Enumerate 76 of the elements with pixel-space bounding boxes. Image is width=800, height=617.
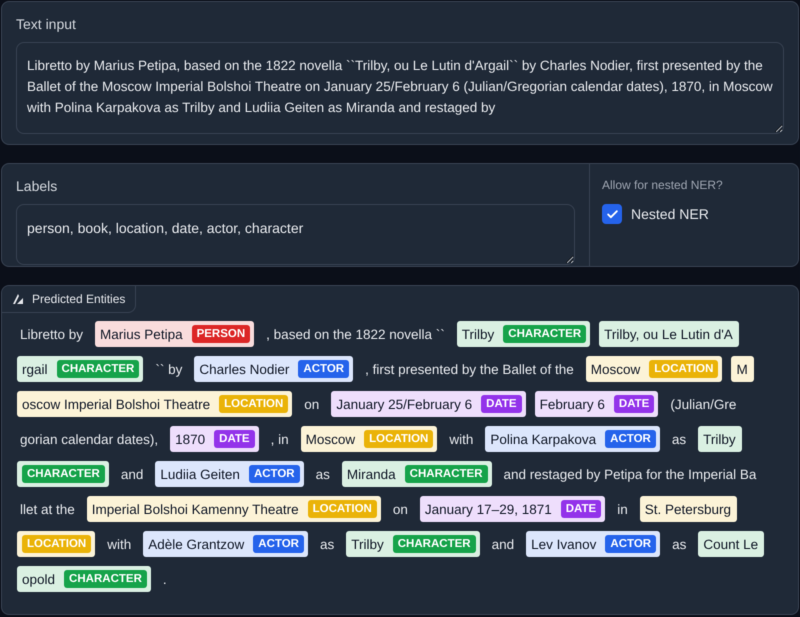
entity-text: Moscow (306, 432, 356, 446)
entity-label: ACTOR (298, 360, 350, 378)
output-text: Libretto by (19, 326, 84, 342)
entity-label: LOCATION (308, 500, 377, 518)
output-text: , in (270, 432, 290, 446)
entity-label: LOCATION (219, 395, 288, 413)
entity-text: Imperial Bolshoi Kamenny Theatre (92, 502, 300, 516)
entity-text: Charles Nodier (199, 362, 290, 376)
entity-text: Trilby (703, 432, 737, 446)
field-label: Labels (16, 178, 58, 194)
output-text: on (392, 502, 409, 516)
output-text: with (448, 432, 474, 446)
entity-label: DATE (481, 395, 522, 413)
field-label: Text input (16, 16, 77, 32)
entity-label: LOCATION (22, 535, 92, 553)
entity-label: CHARACTER (404, 465, 488, 483)
output-text: and (490, 536, 516, 552)
output-text: , first presented by the Ballet of the (364, 362, 575, 376)
text-highlight-icon (12, 293, 24, 305)
entity-text: opold (22, 572, 56, 586)
entity-label: CHARACTER (56, 360, 140, 378)
entity-label: LOCATION (364, 430, 434, 448)
entity-text: Miranda (346, 466, 397, 482)
entity-label: DATE (560, 500, 602, 518)
entity-text: Ludiia Geiten (160, 466, 241, 482)
entity-text: 1870 (175, 432, 206, 446)
checkbox-group-label: Allow for nested NER? (602, 178, 724, 192)
output-text: `` by (154, 362, 184, 376)
entity-label: CHARACTER (64, 570, 147, 588)
checkbox[interactable] (602, 204, 622, 224)
entity-label: LOCATION (649, 360, 718, 378)
entity-text: Trilby (351, 536, 385, 552)
entity-text: January 25/February 6 (336, 396, 474, 412)
entity-label: ACTOR (248, 465, 300, 483)
text-input-field[interactable]: Libretto by Marius Petipa, based on the 1822 novella ``Trilby, ou Le Lutin d'Argail`` by Charles Nodier, first presented by the Ballet of the Moscow Imperial Bolshoi Theatre on January 25/February 6 (Julian/Gregorian calendar dates), 1870, in Moscow with Polina Karpakova as Trilby and Ludiia Geiten as Miranda and restaged by (16, 42, 784, 134)
entity-text: M (736, 362, 749, 376)
entity-text: January 17–29, 1871 (424, 502, 553, 516)
output-text: with (106, 536, 132, 552)
entity-label: CHARACTER (503, 325, 586, 343)
entity-text: Marius Petipa (100, 326, 184, 342)
entity-text: Count Le (703, 536, 760, 552)
entity-text: Moscow (590, 362, 642, 376)
entity-text: Trilby, ou Le Lutin d'A (604, 326, 734, 342)
entity-label: CHARACTER (22, 465, 105, 483)
entity-label: DATE (214, 430, 255, 448)
entity-label: ACTOR (253, 535, 304, 553)
entity-label: CHARACTER (392, 535, 476, 553)
output-text: on (303, 396, 320, 412)
output-text: as (671, 536, 688, 552)
output-text: , based on the 1822 novella `` (265, 326, 446, 342)
entity-label: ACTOR (605, 535, 656, 553)
output-text: . (162, 572, 168, 586)
entity-text: St. Petersburg (644, 502, 732, 516)
entity-label: ACTOR (605, 430, 656, 448)
entity-text: Polina Karpakova (490, 432, 598, 446)
checkbox-label: Nested NER (631, 206, 709, 222)
entity-text: Lev Ivanov (531, 536, 598, 552)
entity-text: oscow Imperial Bolshoi Theatre (22, 396, 212, 412)
output-text: and (120, 466, 144, 482)
output-title: Predicted Entities (32, 292, 126, 306)
output-text: in (616, 502, 629, 516)
entity-text: rgail (22, 362, 49, 376)
entity-text: February 6 (540, 396, 606, 412)
entity-text: Trilby (462, 326, 496, 342)
entity-label: DATE (614, 395, 654, 413)
output-text: gorian calendar dates), (19, 432, 160, 446)
output-text: and restaged by Petipa for the Imperial Ba (502, 466, 758, 482)
entity-label: PERSON (192, 325, 250, 343)
output-text: as (670, 432, 688, 446)
output-text: (Julian/Gre (669, 396, 738, 412)
entity-text: Adèle Grantzow (148, 536, 246, 552)
labels-input-field[interactable]: person, book, location, date, actor, character (16, 204, 575, 265)
output-text: llet at the (19, 502, 76, 516)
check-icon (606, 208, 618, 220)
output-text: as (318, 536, 336, 552)
output-text: as (314, 466, 331, 482)
